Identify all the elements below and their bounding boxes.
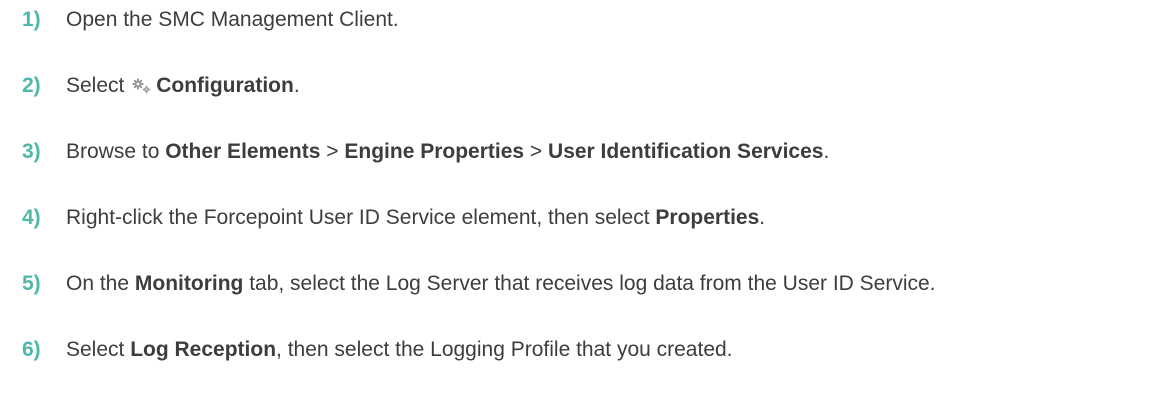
step-text-segment: . (823, 140, 830, 163)
step-text-segment: Open the SMC Management Client. (66, 8, 399, 31)
step-text-segment: Right-click the Forcepoint User ID Servi… (66, 206, 656, 229)
step-number: 4) (22, 206, 41, 229)
step-text-bold: Engine Properties (344, 140, 525, 163)
step-6: 6) Select Log Reception, then select the… (22, 338, 1162, 404)
step-text-bold: User Identification Services (548, 140, 824, 163)
step-text-bold: Configuration (156, 74, 294, 97)
step-3: 3) Browse to Other Elements > Engine Pro… (22, 140, 1162, 206)
step-text-segment: Select (66, 338, 131, 361)
step-text-segment: Browse to (66, 140, 166, 163)
step-number: 1) (22, 8, 41, 31)
step-text-bold: Other Elements (165, 140, 321, 163)
step-text-bold: Properties (655, 206, 760, 229)
step-text: On the Monitoring tab, select the Log Se… (66, 272, 936, 296)
step-text-segment: . (293, 74, 300, 97)
step-text-segment: > (524, 140, 549, 163)
step-number: 6) (22, 338, 41, 361)
step-1: 1) Open the SMC Management Client. (22, 8, 1162, 74)
procedure-steps: 1) Open the SMC Management Client. 2) Se… (22, 8, 1162, 404)
configuration-gears-icon (132, 76, 152, 100)
step-text-segment: tab, select the Log Server that receives… (243, 272, 936, 295)
step-text-segment: > (320, 140, 345, 163)
step-text-bold: Log Reception (130, 338, 277, 361)
step-number: 3) (22, 140, 41, 163)
step-text-segment: , then select the Logging Profile that y… (276, 338, 733, 361)
step-number: 2) (22, 74, 41, 97)
step-text-segment: . (759, 206, 766, 229)
step-text: Select Log Reception, then select the Lo… (66, 338, 733, 362)
step-text-segment: On the (66, 272, 135, 295)
step-4: 4) Right-click the Forcepoint User ID Se… (22, 206, 1162, 272)
step-text: Browse to Other Elements > Engine Proper… (66, 140, 829, 164)
step-5: 5) On the Monitoring tab, select the Log… (22, 272, 1162, 338)
step-text: Select Configuration. (66, 74, 300, 100)
step-text: Right-click the Forcepoint User ID Servi… (66, 206, 765, 230)
step-text: Open the SMC Management Client. (66, 8, 399, 32)
step-text-segment: Select (66, 74, 131, 97)
step-number: 5) (22, 272, 41, 295)
step-text-bold: Monitoring (134, 272, 244, 295)
step-2: 2) Select Configuration. (22, 74, 1162, 140)
